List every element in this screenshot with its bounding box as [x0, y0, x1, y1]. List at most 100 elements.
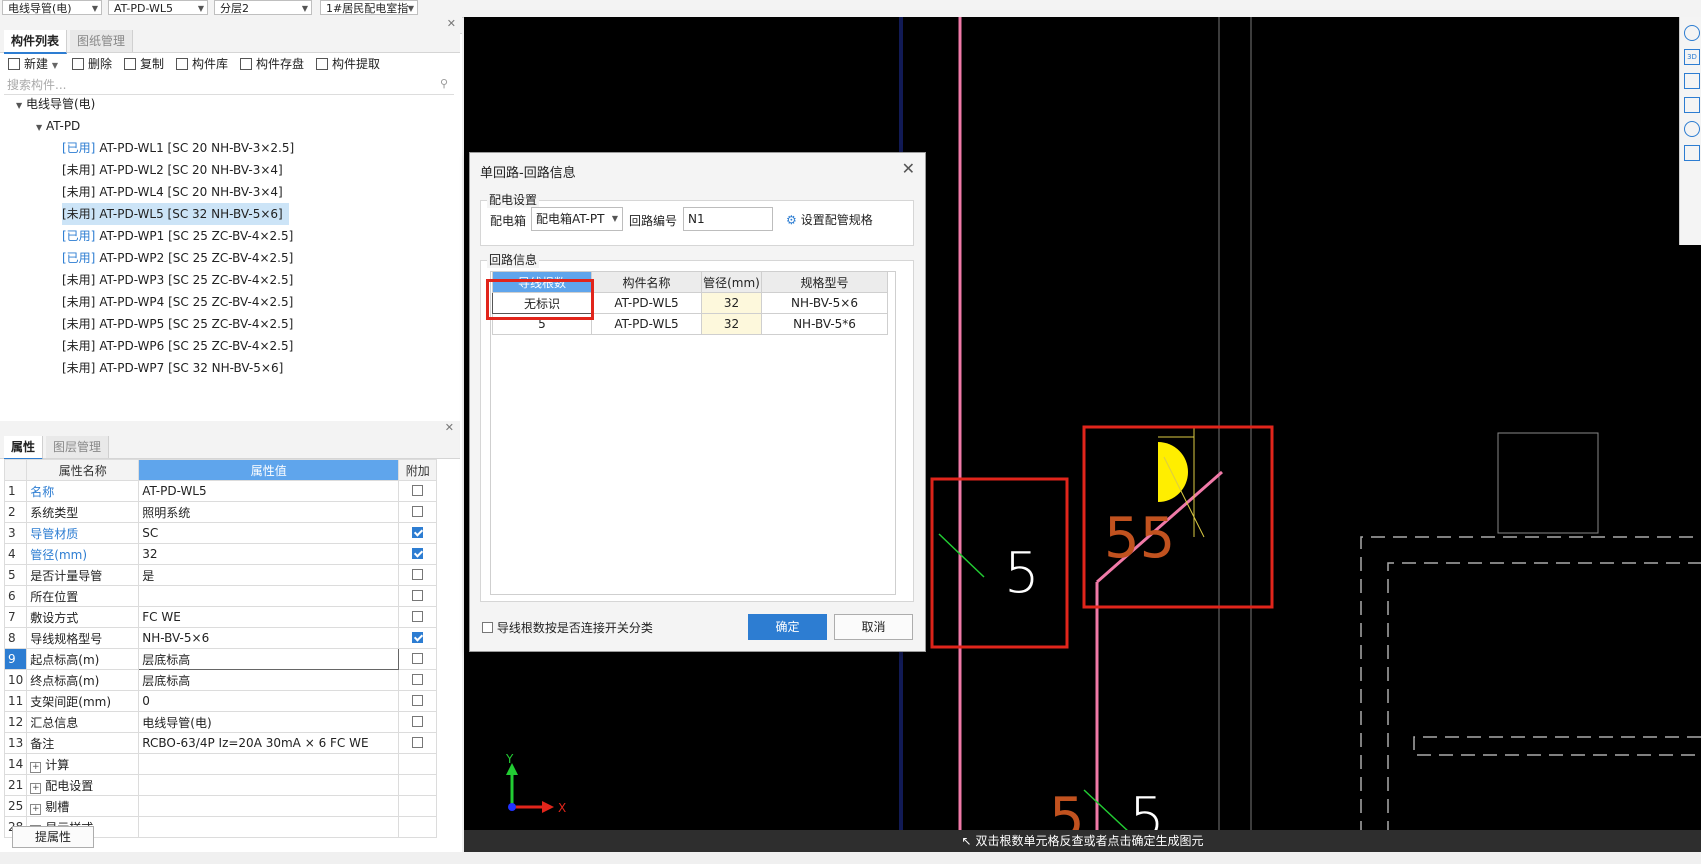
- group-row[interactable]: 25 + 剔槽: [3, 795, 438, 817]
- property-value[interactable]: NH-BV-5×6: [138, 627, 400, 649]
- property-value[interactable]: 32: [138, 543, 400, 565]
- tree-item[interactable]: [未用] AT-PD-WP6 [SC 25 ZC-BV-4×2.5]: [62, 335, 299, 357]
- expand-plus-icon[interactable]: +: [30, 803, 42, 815]
- distribution-box-select[interactable]: 配电箱AT-PT ▼: [531, 207, 623, 231]
- extract-component-button[interactable]: 构件提取: [316, 53, 380, 75]
- extract-property-button[interactable]: 提属性: [12, 826, 94, 848]
- extra-checkbox[interactable]: [412, 527, 424, 538]
- component-name-cell[interactable]: AT-PD-WL5: [591, 313, 702, 335]
- cancel-button[interactable]: 取消: [834, 614, 913, 640]
- table-row[interactable]: 2 系统类型 照明系统: [3, 501, 438, 523]
- property-value[interactable]: AT-PD-WL5: [138, 480, 400, 502]
- set-conduit-spec-button[interactable]: ⚙ 设置配管规格: [786, 211, 873, 228]
- diameter-cell[interactable]: 32: [701, 313, 762, 335]
- table-row[interactable]: 8 导线规格型号 NH-BV-5×6: [3, 627, 438, 649]
- item-name: AT-PD-WP3 [SC 25 ZC-BV-4×2.5]: [99, 273, 294, 287]
- spec-cell[interactable]: NH-BV-5*6: [761, 313, 888, 335]
- light-fixture-icon[interactable]: [1158, 442, 1188, 502]
- table-row[interactable]: 1 名称 AT-PD-WL5: [3, 480, 438, 502]
- group-row[interactable]: 21 + 配电设置: [3, 774, 438, 796]
- component-library-button[interactable]: 构件库: [176, 53, 228, 75]
- extra-checkbox[interactable]: [412, 632, 424, 643]
- table-row[interactable]: 4 管径(mm) 32: [3, 543, 438, 565]
- extra-checkbox[interactable]: [412, 485, 424, 496]
- layer-combo[interactable]: 分层2 ▼: [214, 0, 312, 15]
- close-icon[interactable]: ✕: [902, 159, 915, 178]
- category-combo[interactable]: 电线导管(电) ▼: [2, 0, 102, 15]
- expand-plus-icon[interactable]: +: [30, 782, 42, 794]
- tree-item[interactable]: [未用] AT-PD-WP5 [SC 25 ZC-BV-4×2.5]: [62, 313, 299, 335]
- property-value[interactable]: 0: [138, 690, 400, 712]
- orbit-icon[interactable]: [1684, 25, 1700, 41]
- header-property-name: 属性名称: [26, 459, 140, 481]
- classify-by-switch-checkbox[interactable]: 导线根数按是否连接开关分类: [482, 619, 653, 636]
- table-row[interactable]: 5 是否计量导管是: [3, 564, 438, 586]
- tab-component-list[interactable]: 构件列表: [4, 30, 68, 54]
- tree-item[interactable]: [未用] AT-PD-WP3 [SC 25 ZC-BV-4×2.5]: [62, 269, 299, 291]
- tab-layer-manage[interactable]: 图层管理: [46, 436, 110, 458]
- property-value[interactable]: FC WE: [138, 606, 400, 628]
- tree-item[interactable]: [未用] AT-PD-WL4 [SC 20 NH-BV-3×4]: [62, 181, 289, 203]
- table-row[interactable]: 9 起点标高(m) 层底标高: [3, 648, 438, 670]
- table-row[interactable]: 13 备注 RCBO-63/4P Iz=20A 30mA × 6 FC WE: [3, 732, 438, 754]
- delete-button[interactable]: 删除: [72, 53, 112, 75]
- extra-checkbox[interactable]: [412, 506, 424, 517]
- save-component-button[interactable]: 构件存盘: [240, 53, 304, 75]
- ok-button[interactable]: 确定: [748, 614, 827, 640]
- property-value[interactable]: 层底标高: [138, 648, 400, 670]
- table-row[interactable]: 11 支架间距(mm) 0: [3, 690, 438, 712]
- tree-group[interactable]: ▼ AT-PD: [36, 115, 80, 137]
- property-value[interactable]: SC: [138, 522, 400, 544]
- list-settings-icon[interactable]: [1684, 145, 1700, 161]
- diameter-cell[interactable]: 32: [701, 292, 762, 314]
- property-value[interactable]: 层底标高: [138, 669, 400, 691]
- rotate-icon[interactable]: [1684, 121, 1700, 137]
- component-name-cell[interactable]: AT-PD-WL5: [591, 292, 702, 314]
- property-value[interactable]: [138, 585, 400, 607]
- tree-item[interactable]: [未用] AT-PD-WL5 [SC 32 NH-BV-5×6]: [62, 203, 289, 225]
- tree-item[interactable]: [未用] AT-PD-WP4 [SC 25 ZC-BV-4×2.5]: [62, 291, 299, 313]
- group-row[interactable]: 14 + 计算: [3, 753, 438, 775]
- expand-plus-icon[interactable]: +: [30, 761, 42, 773]
- tree-root[interactable]: ▼ 电线导管(电): [16, 93, 95, 115]
- close-icon[interactable]: ✕: [445, 421, 454, 434]
- tree-item[interactable]: [未用] AT-PD-WP7 [SC 32 NH-BV-5×6]: [62, 357, 289, 379]
- drawing-combo[interactable]: 1#居民配电室指 ▼: [320, 0, 418, 15]
- table-row[interactable]: 6 所在位置: [3, 585, 438, 607]
- property-value[interactable]: RCBO-63/4P Iz=20A 30mA × 6 FC WE: [138, 732, 400, 754]
- extra-checkbox[interactable]: [412, 569, 424, 580]
- tree-item[interactable]: [已用] AT-PD-WP1 [SC 25 ZC-BV-4×2.5]: [62, 225, 299, 247]
- item-status: [未用]: [62, 163, 96, 177]
- tree-item[interactable]: [未用] AT-PD-WL2 [SC 20 NH-BV-3×4]: [62, 159, 289, 181]
- property-value[interactable]: 是: [138, 564, 400, 586]
- extra-checkbox[interactable]: [412, 590, 424, 601]
- component-combo[interactable]: AT-PD-WL5 ▼: [108, 0, 208, 15]
- table-row[interactable]: 12 汇总信息 电线导管(电): [3, 711, 438, 733]
- tree-item[interactable]: [已用] AT-PD-WL1 [SC 20 NH-BV-3×2.5]: [62, 137, 300, 159]
- checkbox[interactable]: [482, 622, 493, 633]
- table-row[interactable]: 3 导管材质 SC: [3, 522, 438, 544]
- tree-item[interactable]: [已用] AT-PD-WP2 [SC 25 ZC-BV-4×2.5]: [62, 247, 299, 269]
- tab-properties[interactable]: 属性: [4, 436, 44, 460]
- property-value[interactable]: 电线导管(电): [138, 711, 400, 733]
- extra-checkbox[interactable]: [412, 716, 424, 727]
- extra-checkbox[interactable]: [412, 695, 424, 706]
- view-box-icon[interactable]: [1684, 97, 1700, 113]
- extra-checkbox[interactable]: [412, 737, 424, 748]
- view-cube-icon[interactable]: [1684, 73, 1700, 89]
- circuit-number-input[interactable]: N1: [683, 207, 773, 231]
- spec-cell[interactable]: NH-BV-5×6: [761, 292, 888, 314]
- copy-button[interactable]: 复制: [124, 53, 164, 75]
- view-3d-icon[interactable]: 3D: [1684, 49, 1700, 65]
- property-value[interactable]: 照明系统: [138, 501, 400, 523]
- table-row[interactable]: 7 敷设方式 FC WE: [3, 606, 438, 628]
- new-button[interactable]: 新建 ▼: [8, 53, 58, 75]
- table-row[interactable]: 10 终点标高(m) 层底标高: [3, 669, 438, 691]
- close-icon[interactable]: ✕: [447, 17, 456, 30]
- extra-checkbox[interactable]: [412, 674, 424, 685]
- extra-checkbox[interactable]: [412, 653, 424, 664]
- extra-checkbox[interactable]: [412, 548, 424, 559]
- component-search-input[interactable]: 搜索构件...: [4, 75, 454, 95]
- tab-drawing-manage[interactable]: 图纸管理: [70, 30, 134, 52]
- extra-checkbox[interactable]: [412, 611, 424, 622]
